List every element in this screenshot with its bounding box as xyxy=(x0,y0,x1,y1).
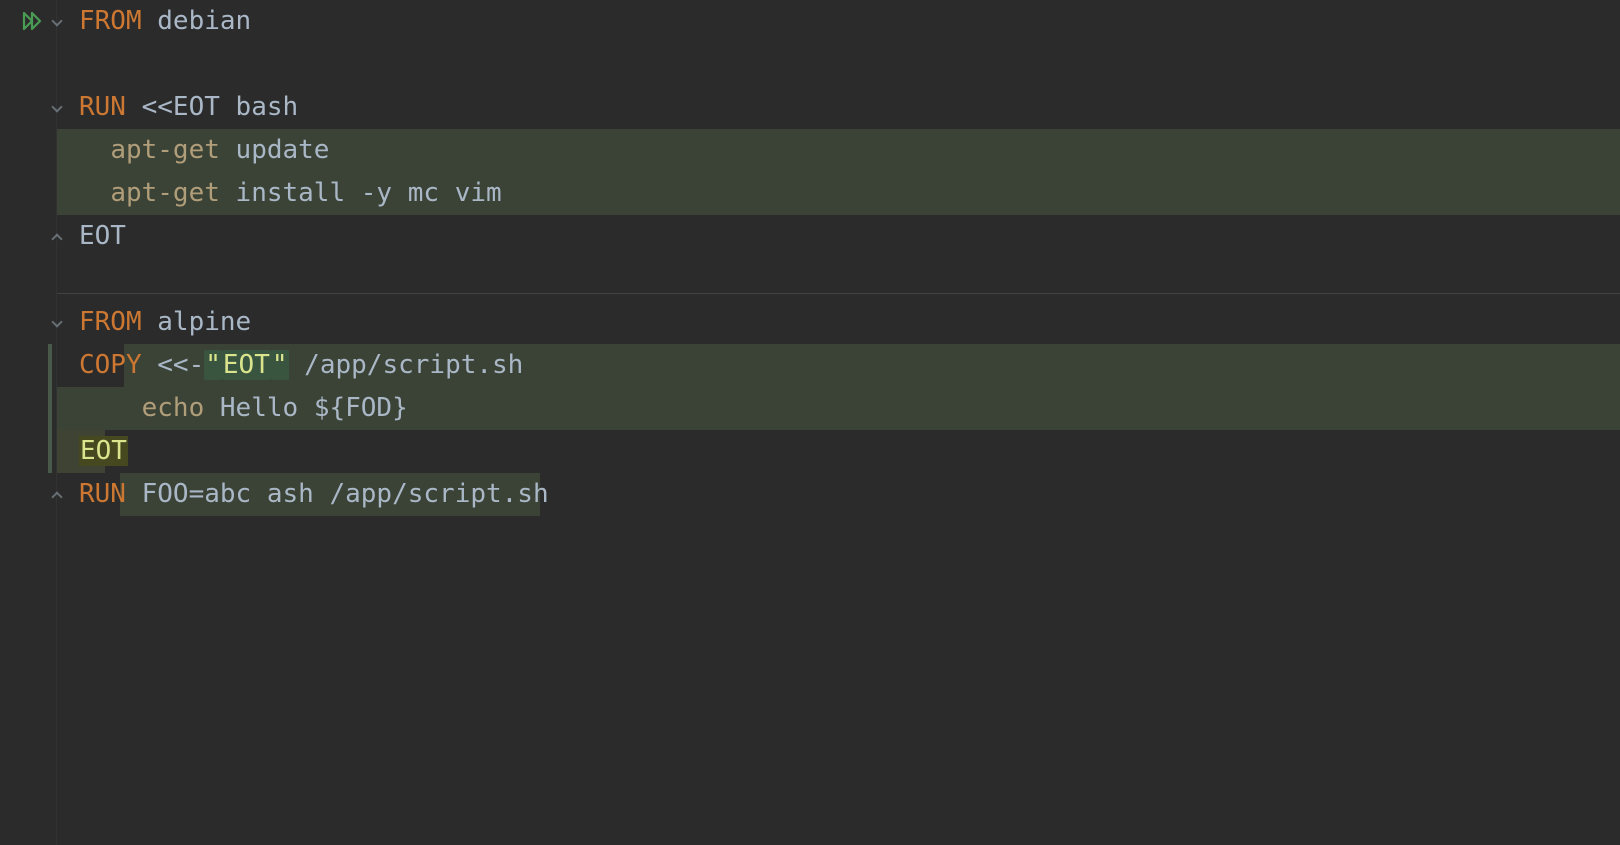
run-gutter-icon[interactable] xyxy=(22,10,44,32)
code-line[interactable]: apt-get install -y mc vim xyxy=(79,172,1620,215)
code-text: update xyxy=(220,135,330,165)
code-line[interactable]: EOT xyxy=(79,215,1620,258)
code-line[interactable]: FROM debian xyxy=(79,0,1620,43)
code-line[interactable] xyxy=(79,43,1620,86)
string-quote: " xyxy=(204,350,222,380)
keyword-copy: COPY xyxy=(79,350,142,380)
command: apt-get xyxy=(110,178,220,208)
code-line[interactable]: FROM alpine xyxy=(79,301,1620,344)
command: apt-get xyxy=(110,135,220,165)
editor-gutter[interactable] xyxy=(0,0,57,845)
code-line[interactable]: apt-get update xyxy=(79,129,1620,172)
code-text: install -y mc vim xyxy=(220,178,502,208)
code-text: /app/script.sh xyxy=(289,350,524,380)
code-text xyxy=(79,393,142,423)
keyword-from: FROM xyxy=(79,307,142,337)
code-text xyxy=(79,135,110,165)
heredoc-tag: EOT xyxy=(222,350,271,380)
code-text: alpine xyxy=(142,307,252,337)
command: echo xyxy=(142,393,205,423)
code-text: <<EOT bash xyxy=(126,92,298,122)
code-text: debian xyxy=(142,6,252,36)
code-editor[interactable]: FROM debian RUN <<EOT bash apt-get updat… xyxy=(0,0,1620,845)
keyword-from: FROM xyxy=(79,6,142,36)
editor-content[interactable]: FROM debian RUN <<EOT bash apt-get updat… xyxy=(57,0,1620,845)
code-text xyxy=(79,178,110,208)
code-line[interactable]: echo Hello ${FOD} xyxy=(79,387,1620,430)
string-quote: " xyxy=(271,350,289,380)
code-line[interactable]: COPY <<-"EOT" /app/script.sh xyxy=(79,344,1620,387)
heredoc-end: EOT xyxy=(79,221,126,251)
heredoc-end: EOT xyxy=(79,436,128,466)
code-line[interactable]: EOT xyxy=(79,430,1620,473)
code-line[interactable]: RUN <<EOT bash xyxy=(79,86,1620,129)
keyword-run: RUN xyxy=(79,92,126,122)
code-line[interactable] xyxy=(79,258,1620,301)
code-text: FOO=abc ash /app/script.sh xyxy=(126,479,549,509)
code-line[interactable]: RUN FOO=abc ash /app/script.sh xyxy=(79,473,1620,516)
code-text: <<- xyxy=(142,350,205,380)
code-text: Hello ${FOD} xyxy=(204,393,408,423)
change-marker xyxy=(48,344,52,473)
keyword-run: RUN xyxy=(79,479,126,509)
